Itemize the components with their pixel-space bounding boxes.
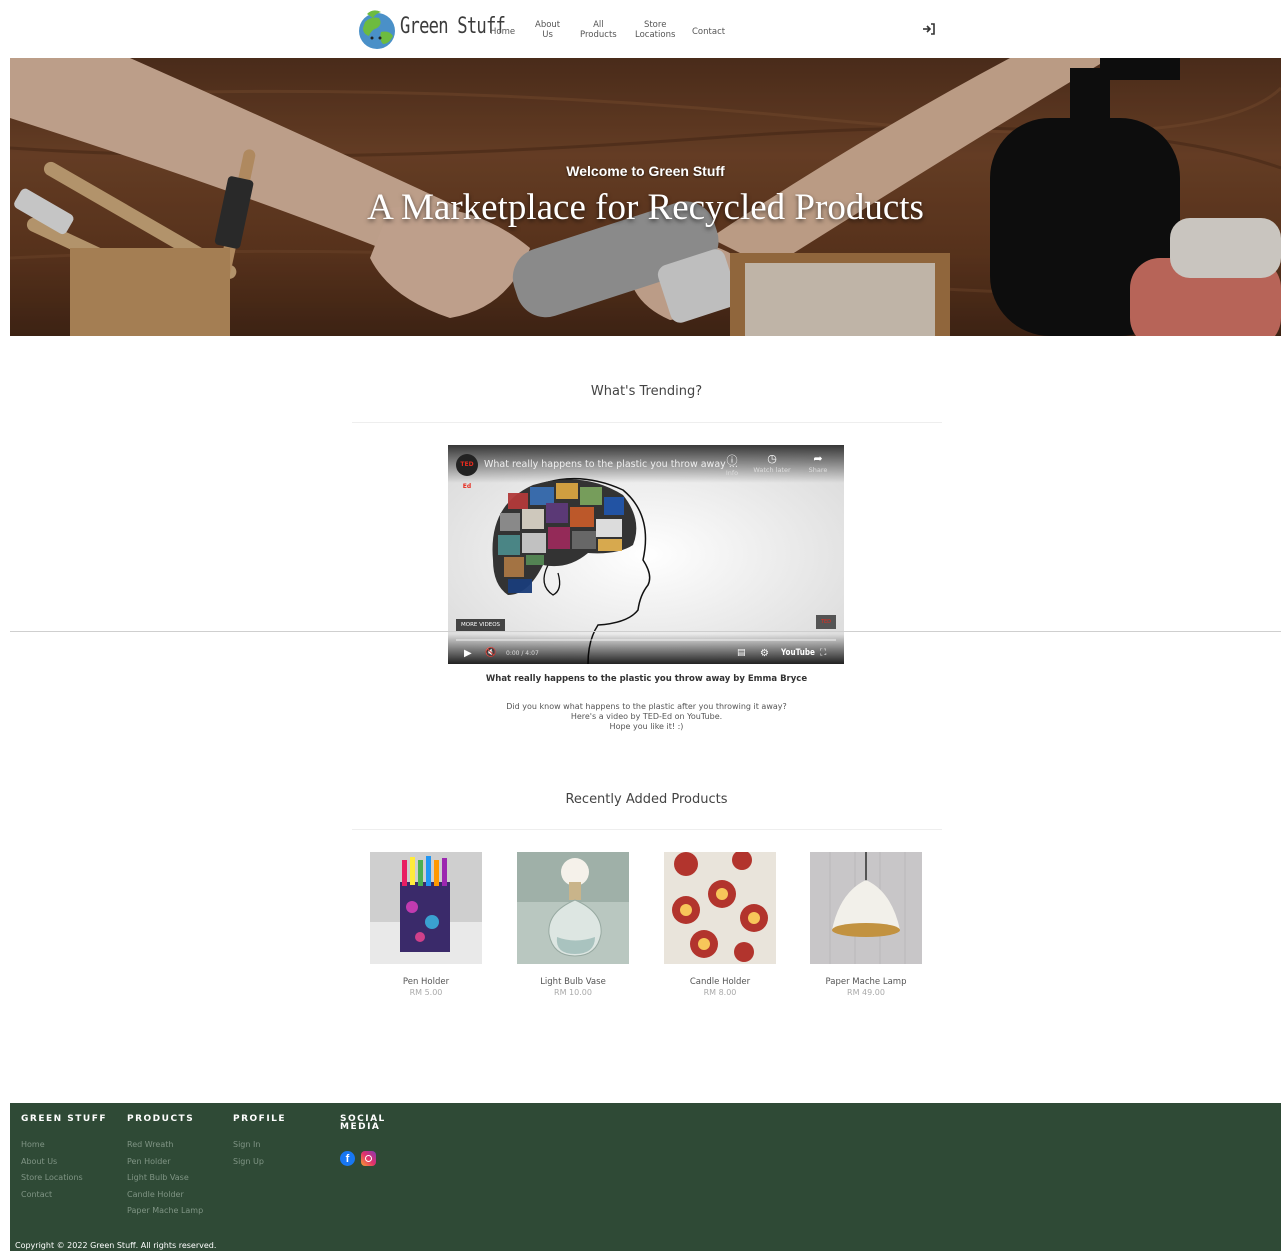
product-image[interactable]	[517, 852, 629, 964]
facebook-icon[interactable]: f	[340, 1151, 355, 1166]
video-title[interactable]: What really happens to the plastic you t…	[484, 459, 738, 470]
divider	[352, 829, 942, 830]
nav-home[interactable]: Home	[490, 27, 515, 37]
product-image[interactable]	[370, 852, 482, 964]
product-price: RM 5.00	[409, 988, 443, 997]
product-image[interactable]	[810, 852, 922, 964]
watch-later-button[interactable]: ◷ Watch later	[752, 452, 792, 474]
ted-ed-channel-icon[interactable]: TED Ed	[456, 454, 478, 490]
settings-gear-icon[interactable]: ⚙	[760, 648, 769, 659]
product-name[interactable]: Candle Holder	[664, 977, 776, 987]
product-card[interactable]: Paper Mache Lamp RM 49.00	[810, 852, 922, 997]
footer-link-light-bulb-vase[interactable]: Light Bulb Vase	[127, 1170, 217, 1187]
footer-link-home[interactable]: Home	[21, 1137, 111, 1154]
footer: GREEN STUFF Home About Us Store Location…	[10, 1103, 1281, 1251]
recent-products-title: Recently Added Products	[565, 792, 728, 807]
video-info-button[interactable]: ⓘ Info	[712, 452, 752, 477]
footer-link-about-us[interactable]: About Us	[21, 1154, 111, 1171]
divider-line	[10, 631, 1281, 632]
product-card[interactable]: Pen Holder RM 5.00	[370, 852, 482, 997]
footer-link-sign-up[interactable]: Sign Up	[233, 1154, 293, 1171]
footer-link-store-locations[interactable]: Store Locations	[21, 1170, 111, 1187]
nav-about-us[interactable]: About Us	[535, 20, 560, 40]
hero-subtitle: Welcome to Green Stuff	[566, 163, 725, 179]
product-image[interactable]	[664, 852, 776, 964]
footer-heading: SOCIAL MEDIA	[340, 1114, 386, 1132]
sign-in-icon[interactable]	[922, 23, 936, 35]
globe-logo-icon[interactable]	[357, 8, 397, 52]
footer-link-sign-in[interactable]: Sign In	[233, 1137, 293, 1154]
youtube-logo[interactable]: YouTube	[781, 648, 815, 658]
footer-column-profile: PROFILE Sign In Sign Up	[233, 1115, 293, 1170]
instagram-icon[interactable]	[361, 1151, 376, 1166]
clock-icon: ◷	[767, 452, 777, 465]
footer-heading: GREEN STUFF	[21, 1114, 108, 1124]
mute-icon[interactable]: 🔇	[485, 648, 496, 658]
info-icon: ⓘ	[726, 454, 738, 467]
product-price: RM 49.00	[847, 988, 885, 997]
divider	[352, 422, 942, 423]
footer-column-green-stuff: GREEN STUFF Home About Us Store Location…	[21, 1115, 111, 1203]
trending-title: What's Trending?	[590, 384, 703, 399]
product-card[interactable]: Light Bulb Vase RM 10.00	[517, 852, 629, 997]
nav-all-products[interactable]: All Products	[580, 20, 617, 40]
hero-banner: Welcome to Green Stuff A Marketplace for…	[10, 58, 1281, 336]
hero-title: A Marketplace for Recycled Products	[367, 187, 924, 228]
copyright: Copyright © 2022 Green Stuff. All rights…	[15, 1241, 217, 1250]
video-progress-bar[interactable]	[456, 639, 836, 641]
video-description: Did you know what happens to the plastic…	[506, 702, 787, 731]
nav-contact[interactable]: Contact	[692, 27, 725, 37]
footer-link-red-wreath[interactable]: Red Wreath	[127, 1137, 217, 1154]
footer-heading: PROFILE	[233, 1114, 287, 1124]
footer-link-contact[interactable]: Contact	[21, 1187, 111, 1204]
footer-column-social-media: SOCIAL MEDIA	[340, 1114, 390, 1132]
footer-link-candle-holder[interactable]: Candle Holder	[127, 1187, 217, 1204]
share-icon: ➦	[813, 452, 823, 465]
video-caption: What really happens to the plastic you t…	[485, 674, 808, 684]
play-icon[interactable]: ▶	[464, 648, 472, 659]
video-time: 0:00 / 4:07	[506, 650, 539, 657]
product-price: RM 8.00	[703, 988, 737, 997]
captions-icon[interactable]: ▤	[737, 648, 746, 658]
product-price: RM 10.00	[554, 988, 592, 997]
product-card[interactable]: Candle Holder RM 8.00	[664, 852, 776, 997]
footer-link-paper-mache-lamp[interactable]: Paper Mache Lamp	[127, 1203, 217, 1220]
product-name[interactable]: Paper Mache Lamp	[810, 977, 922, 987]
share-button[interactable]: ➦ Share	[798, 452, 838, 474]
product-name[interactable]: Light Bulb Vase	[517, 977, 629, 987]
footer-heading: PRODUCTS	[127, 1114, 195, 1124]
nav-store-locations[interactable]: Store Locations	[635, 20, 675, 40]
top-nav: Green Stuff Home About Us All Products S…	[0, 0, 1281, 58]
footer-link-pen-holder[interactable]: Pen Holder	[127, 1154, 217, 1171]
more-videos-button[interactable]: MORE VIDEOS	[456, 619, 506, 631]
ted-watermark-icon[interactable]: TED	[816, 615, 836, 629]
footer-column-products: PRODUCTS Red Wreath Pen Holder Light Bul…	[127, 1115, 217, 1220]
product-name[interactable]: Pen Holder	[370, 977, 482, 987]
fullscreen-icon[interactable]: ⛶	[820, 648, 826, 658]
